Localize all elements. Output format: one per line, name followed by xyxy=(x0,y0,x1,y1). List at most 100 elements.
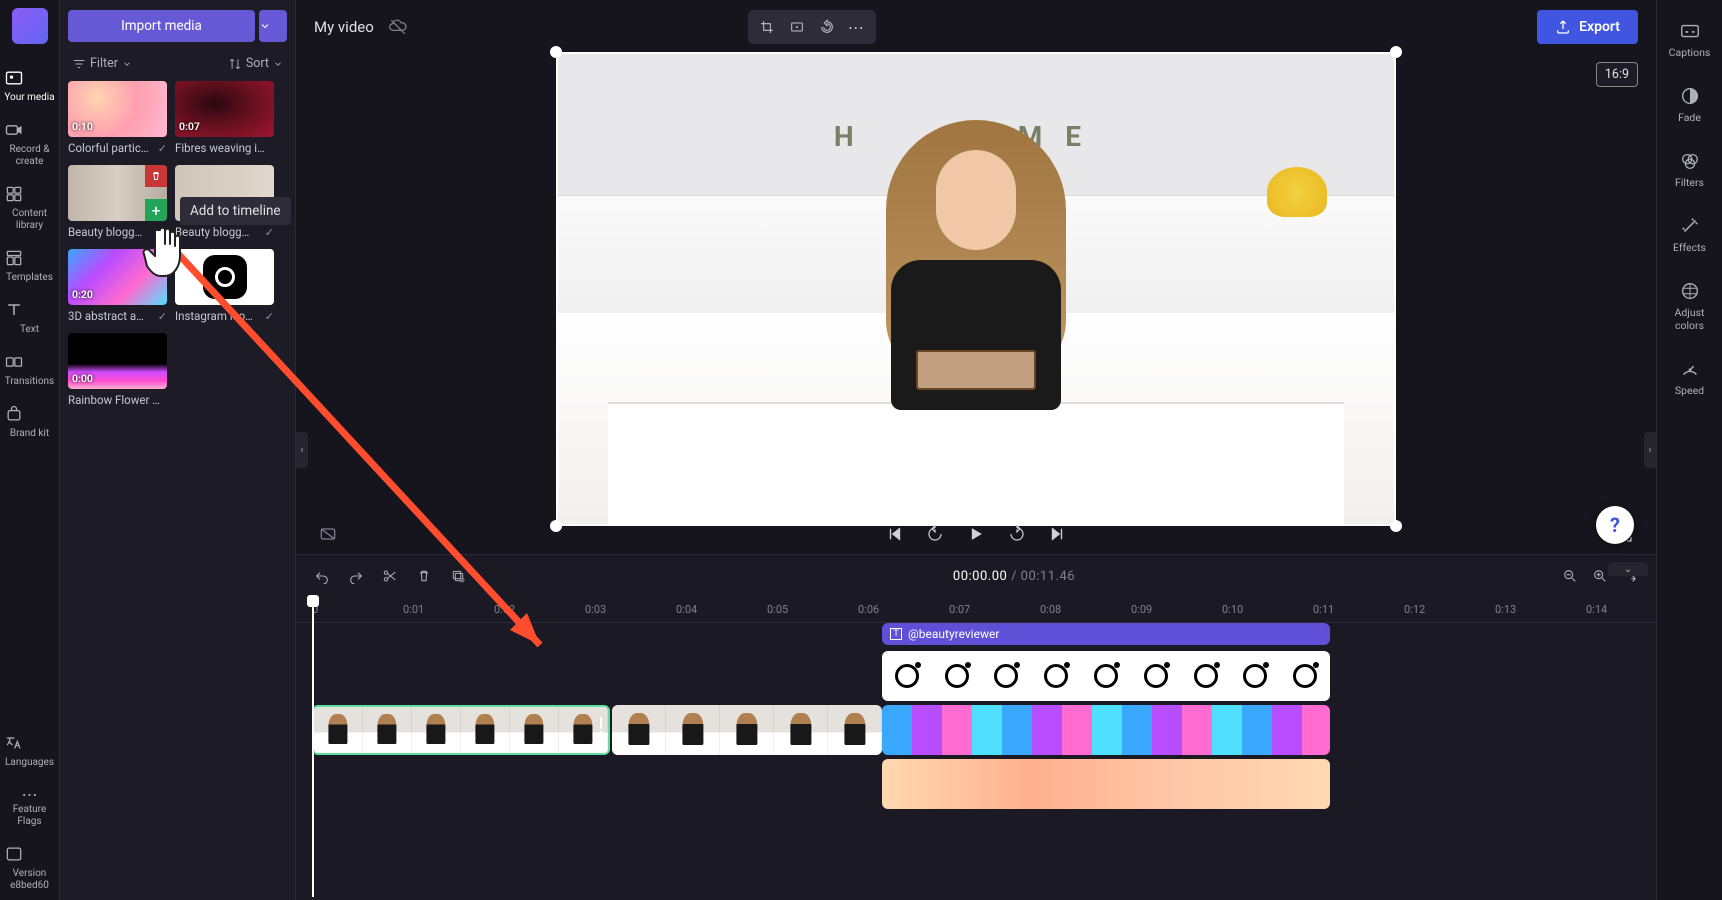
resize-handle[interactable] xyxy=(550,46,562,58)
aspect-ratio-badge[interactable]: 16:9 xyxy=(1596,62,1638,87)
chevron-down-icon xyxy=(122,59,132,69)
sidebar-item-brand-kit[interactable]: Brand kit xyxy=(2,396,58,448)
right-item-effects[interactable]: Effects xyxy=(1660,205,1720,264)
sidebar-item-languages[interactable]: Languages xyxy=(2,725,58,777)
duplicate-button[interactable] xyxy=(450,568,466,584)
sidebar-item-transitions[interactable]: Transitions xyxy=(2,344,58,396)
zoom-in-icon xyxy=(1592,568,1608,584)
rewind-icon xyxy=(926,525,944,543)
timeline-clip-video-selected[interactable] xyxy=(312,705,610,755)
right-item-adjust-colors[interactable]: Adjust colors xyxy=(1660,270,1720,342)
play-button[interactable] xyxy=(966,524,986,544)
redo-button[interactable] xyxy=(348,568,364,584)
used-check-icon: ✓ xyxy=(158,310,167,323)
resize-handle[interactable] xyxy=(550,520,562,532)
chevron-down-icon xyxy=(273,59,283,69)
import-media-dropdown[interactable] xyxy=(259,10,287,42)
forward-icon xyxy=(1008,525,1026,543)
timeline-ruler[interactable]: 0 0:01 0:02 0:03 0:04 0:05 0:06 0:07 0:0… xyxy=(296,597,1656,623)
filters-icon xyxy=(1679,150,1701,172)
crop-button[interactable] xyxy=(752,14,782,40)
resize-handle[interactable] xyxy=(1390,520,1402,532)
delete-clip-button[interactable] xyxy=(145,165,167,187)
media-icon xyxy=(4,68,24,88)
skip-back-icon xyxy=(886,525,904,543)
resize-handle[interactable] xyxy=(1390,46,1402,58)
library-icon xyxy=(4,184,24,204)
right-sidebar: Captions Fade Filters Effects Adjust col… xyxy=(1656,0,1722,900)
sidebar-item-record-create[interactable]: Record & create xyxy=(2,112,58,176)
more-button[interactable]: ⋯ xyxy=(842,14,872,40)
play-icon xyxy=(966,524,986,544)
right-item-fade[interactable]: Fade xyxy=(1660,75,1720,134)
right-item-captions[interactable]: Captions xyxy=(1660,10,1720,69)
import-media-button[interactable]: Import media xyxy=(68,10,255,42)
rewind-button[interactable] xyxy=(926,525,944,543)
skip-forward-button[interactable] xyxy=(1048,525,1066,543)
sidebar-item-text[interactable]: Text xyxy=(2,292,58,344)
app-logo xyxy=(12,8,48,44)
effects-icon xyxy=(1679,215,1701,237)
fit-button[interactable] xyxy=(782,14,812,40)
media-clip[interactable]: 0:07 Fibres weaving i… xyxy=(175,81,274,155)
timeline-clip-particles[interactable] xyxy=(882,759,1330,809)
speed-icon xyxy=(1679,358,1701,380)
split-button[interactable] xyxy=(382,568,398,584)
media-clip[interactable]: Instagram ico…✓ xyxy=(175,249,274,323)
collapse-right-panel-button[interactable]: › xyxy=(1644,432,1656,468)
sidebar-item-feature-flags[interactable]: ⋯ Feature Flags xyxy=(2,777,58,836)
playhead[interactable] xyxy=(312,597,314,897)
media-clip[interactable]: 0:20 3D abstract a…✓ xyxy=(68,249,167,323)
right-item-filters[interactable]: Filters xyxy=(1660,140,1720,199)
timeline-clip-instagram[interactable] xyxy=(882,651,1330,701)
preview-area: 16:9 HM E xyxy=(296,54,1656,554)
add-to-timeline-button[interactable]: + xyxy=(145,199,167,221)
sort-icon xyxy=(228,57,242,71)
export-button[interactable]: Export xyxy=(1537,10,1638,44)
rotate-button[interactable] xyxy=(812,14,842,40)
zoom-out-icon xyxy=(1562,568,1578,584)
sidebar-item-content-library[interactable]: Content library xyxy=(2,176,58,240)
preview-canvas[interactable]: HM E xyxy=(556,52,1396,526)
media-clip[interactable]: 0:00 Rainbow Flower … xyxy=(68,333,167,407)
timeline-tracks[interactable]: T @beautyreviewer xyxy=(296,623,1656,900)
undo-button[interactable] xyxy=(314,568,330,584)
crop-icon xyxy=(759,19,775,35)
timeline-clip-text[interactable]: T @beautyreviewer xyxy=(882,623,1330,645)
collapse-left-panel-button[interactable]: ‹ xyxy=(296,432,308,468)
cloud-sync-off-icon[interactable] xyxy=(388,17,408,37)
upload-icon xyxy=(1555,19,1571,35)
sidebar-item-templates[interactable]: Templates xyxy=(2,240,58,292)
chevron-down-icon xyxy=(259,20,271,32)
media-panel: Import media Filter Sort 0:10 Colorful p… xyxy=(60,0,296,900)
sort-button[interactable]: Sort xyxy=(228,56,283,71)
templates-icon xyxy=(4,248,24,268)
center-area: My video ⋯ Export 16:9 HM E xyxy=(296,0,1656,900)
delete-button[interactable] xyxy=(416,568,432,584)
timeline-clip-video[interactable] xyxy=(612,705,882,755)
zoom-in-button[interactable] xyxy=(1592,568,1608,584)
media-clip[interactable]: + Beauty blogg…✓ xyxy=(68,165,167,239)
timeline-area: 00:00.00 / 00:11.46 0 0:01 0:02 0:03 0:0… xyxy=(296,554,1656,900)
media-clip[interactable]: 0:10 Colorful partic…✓ xyxy=(68,81,167,155)
fade-icon xyxy=(1679,85,1701,107)
more-icon: ⋯ xyxy=(848,18,866,37)
sidebar-item-your-media[interactable]: Your media xyxy=(2,60,58,112)
transitions-icon xyxy=(4,352,24,372)
video-title[interactable]: My video xyxy=(314,18,374,36)
fit-icon xyxy=(789,19,805,35)
zoom-out-button[interactable] xyxy=(1562,568,1578,584)
forward-button[interactable] xyxy=(1008,525,1026,543)
text-icon: T xyxy=(890,628,902,640)
hide-preview-icon[interactable] xyxy=(318,524,338,544)
collapse-bottom-panel-button[interactable]: ⌄ xyxy=(1608,562,1648,576)
right-item-speed[interactable]: Speed xyxy=(1660,348,1720,407)
sidebar-item-version[interactable]: Version e8bed60 xyxy=(2,836,58,900)
filter-button[interactable]: Filter xyxy=(72,56,132,71)
help-button[interactable]: ? xyxy=(1596,506,1634,544)
skip-back-button[interactable] xyxy=(886,525,904,543)
timeline-clip-3d-abstract[interactable] xyxy=(882,705,1330,755)
brand-kit-icon xyxy=(4,404,24,424)
rotate-icon xyxy=(819,19,835,35)
add-to-timeline-tooltip: Add to timeline xyxy=(180,197,291,225)
